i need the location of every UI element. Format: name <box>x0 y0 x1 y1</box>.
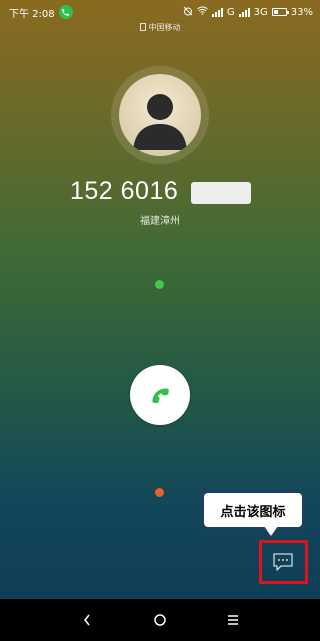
navigation-bar <box>0 599 320 641</box>
status-time: 下午 2:08 <box>9 8 55 20</box>
swipe-up-hint-dot <box>155 280 164 289</box>
instruction-callout: 点击该图标 <box>202 491 304 529</box>
signal-icon-2 <box>238 7 250 17</box>
avatar <box>119 74 201 156</box>
swipe-down-hint-dot <box>155 488 164 497</box>
network-g-label: G <box>226 6 235 18</box>
phone-icon <box>58 5 73 19</box>
network-3g-label: 3G <box>253 6 268 18</box>
person-icon <box>133 94 187 150</box>
status-left: 下午 2:08 <box>9 5 73 20</box>
sim-icon <box>139 23 146 31</box>
reply-message-button[interactable] <box>266 547 300 577</box>
nav-menu-button[interactable] <box>218 605 248 635</box>
carrier-name: 中国移动 <box>148 23 181 32</box>
callout-text: 点击该图标 <box>220 504 286 520</box>
message-icon <box>273 553 293 571</box>
nav-home-button[interactable] <box>145 605 175 635</box>
phone-answer-icon <box>152 388 169 404</box>
signal-icon <box>211 7 223 17</box>
caller-location: 福建漳州 <box>140 216 180 227</box>
alarm-icon <box>183 6 193 19</box>
battery-percent: 33% <box>290 6 313 18</box>
back-icon <box>83 614 90 626</box>
nav-back-button[interactable] <box>72 605 102 635</box>
redacted-number-mask <box>191 182 251 204</box>
carrier-label: 中国移动 <box>0 22 320 33</box>
home-icon <box>154 614 166 626</box>
status-right: G 3G 33% <box>183 6 313 19</box>
caller-number: 152 6016 <box>70 177 179 205</box>
battery-icon <box>271 8 289 16</box>
menu-icon <box>228 615 239 625</box>
callout-tail-inner <box>264 526 278 536</box>
status-bar: 下午 2:08 G 3G 33% <box>0 0 320 24</box>
wifi-icon <box>197 6 208 18</box>
answer-call-button[interactable] <box>130 365 190 425</box>
